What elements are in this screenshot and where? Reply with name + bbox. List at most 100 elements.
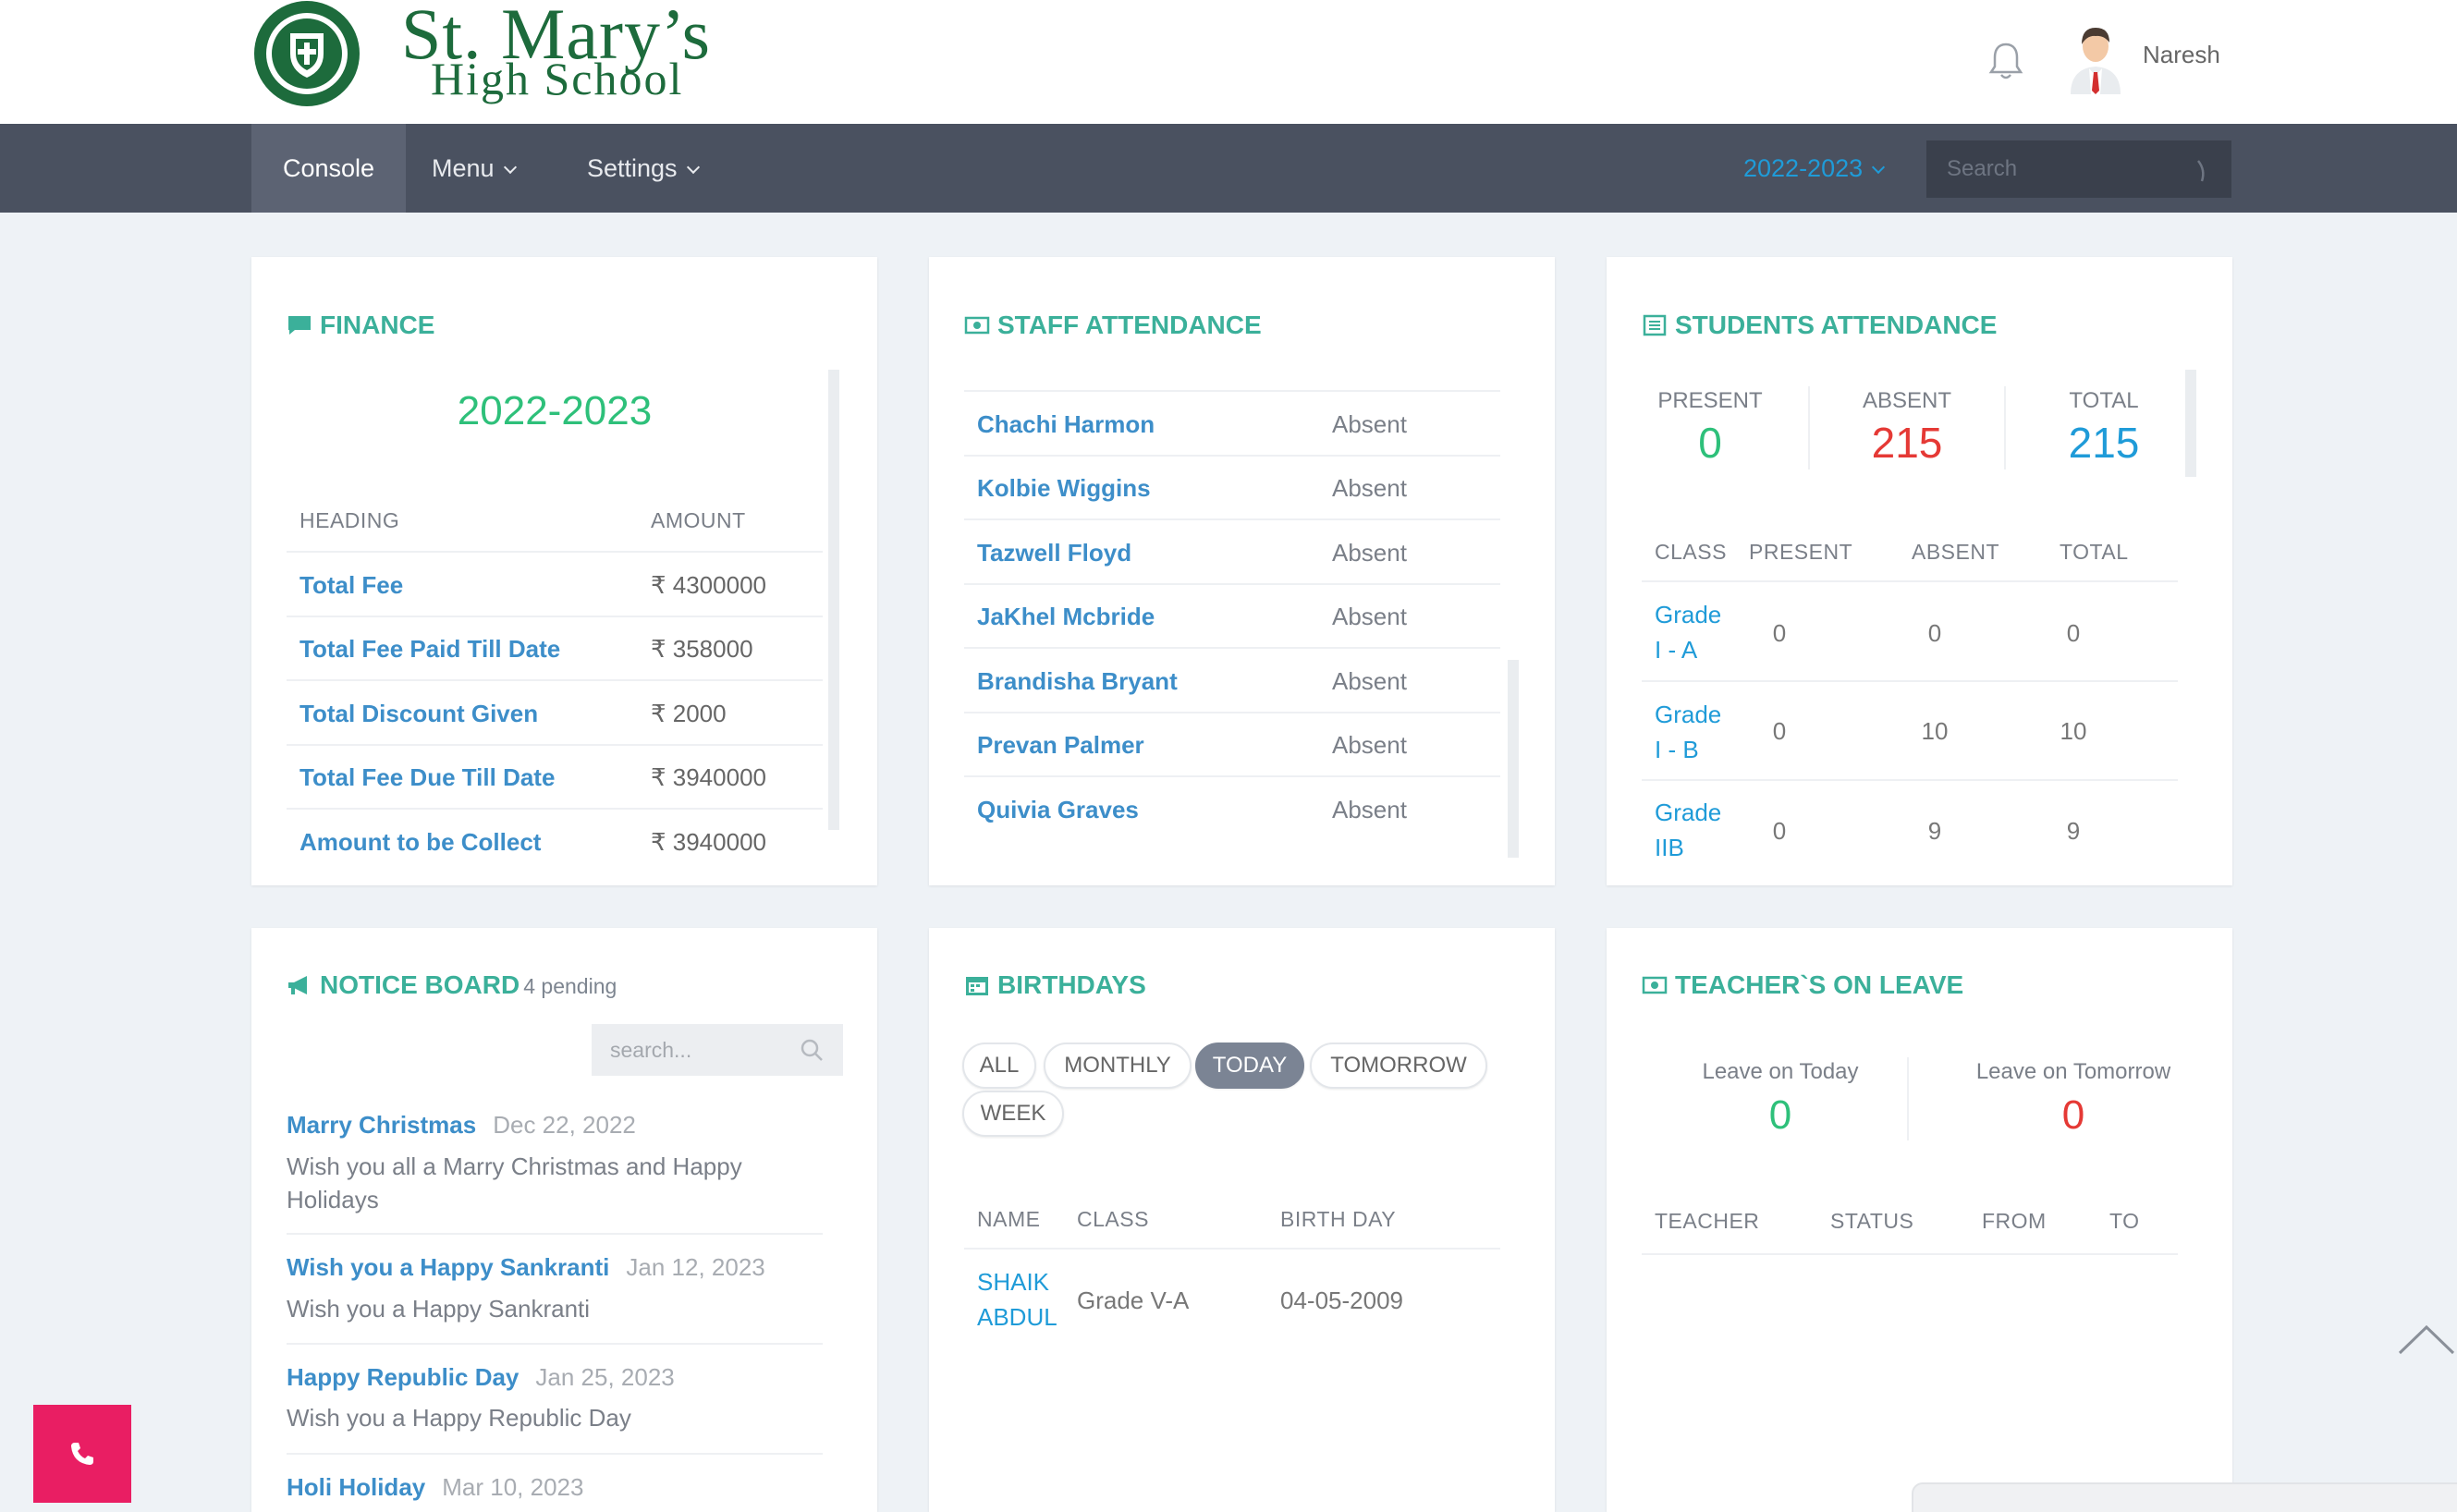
staff-status: Absent xyxy=(1332,410,1407,438)
filter-tomorrow[interactable]: TOMORROW xyxy=(1310,1043,1487,1089)
notice-item-title[interactable]: Wish you a Happy Sankranti Jan 12, 2023 xyxy=(287,1253,765,1282)
staff-name[interactable]: Brandisha Bryant xyxy=(977,667,1178,696)
finance-row-label[interactable]: Total Discount Given xyxy=(299,700,538,728)
search-icon[interactable] xyxy=(2191,157,2213,183)
class-present: 0 xyxy=(1772,817,1787,845)
absent-label: ABSENT xyxy=(1862,388,1952,413)
filter-week[interactable]: WEEK xyxy=(962,1091,1064,1137)
divider xyxy=(287,551,823,553)
staff-name[interactable]: Tazwell Floyd xyxy=(977,539,1131,567)
birthday-student-link[interactable]: SHAIK ABDUL xyxy=(977,1264,1057,1335)
students-col-present: PRESENT xyxy=(1749,540,1853,564)
staff-name[interactable]: Chachi Harmon xyxy=(977,410,1155,439)
megaphone-icon xyxy=(288,976,307,994)
school-name-line2: High School xyxy=(431,53,684,104)
notice-item-title[interactable]: Happy Republic Day Jan 25, 2023 xyxy=(287,1363,675,1392)
staff-name[interactable]: JaKhel Mcbride xyxy=(977,603,1155,631)
class-link-line2: I - B xyxy=(1655,736,1699,763)
class-link[interactable]: Grade I - A xyxy=(1655,597,1738,667)
bell-icon[interactable] xyxy=(1987,41,2024,81)
finance-row-amount: ₹ 3940000 xyxy=(651,828,766,856)
finance-row-amount: ₹ 4300000 xyxy=(651,571,766,599)
nav-menu-label: Menu xyxy=(432,154,495,182)
academic-year-label: 2022-2023 xyxy=(1743,154,1864,182)
notice-date: Dec 22, 2022 xyxy=(493,1111,636,1139)
divider xyxy=(964,455,1500,457)
list-icon xyxy=(1643,314,1667,336)
birthday-student-name-line1: SHAIK xyxy=(977,1268,1050,1296)
total-count: 215 xyxy=(2068,419,2140,467)
class-link[interactable]: Grade IIB xyxy=(1655,795,1738,865)
divider xyxy=(964,390,1500,392)
staff-attendance-title-text: STAFF ATTENDANCE xyxy=(997,311,1262,339)
class-absent: 9 xyxy=(1927,817,1942,845)
birthdays-card: BIRTHDAYS ALL MONTHLY TODAY TOMORROW WEE… xyxy=(929,928,1555,1512)
finance-row-amount: ₹ 2000 xyxy=(651,700,727,727)
search-icon[interactable] xyxy=(799,1037,825,1063)
staff-name[interactable]: Quivia Graves xyxy=(977,796,1139,824)
divider xyxy=(287,1343,823,1345)
leave-today-count: 0 xyxy=(1768,1092,1792,1138)
students-col-total: TOTAL xyxy=(2060,540,2129,564)
academic-year-select[interactable]: 2022-2023 xyxy=(1743,124,1886,213)
finance-row-amount: ₹ 358000 xyxy=(651,635,753,663)
divider xyxy=(1907,1057,1909,1140)
finance-row-label[interactable]: Amount to be Collect xyxy=(299,828,541,857)
call-button[interactable] xyxy=(33,1405,131,1503)
school-logo[interactable] xyxy=(251,0,362,109)
birthday-date: 04-05-2009 xyxy=(1280,1286,1403,1314)
phone-icon xyxy=(71,1443,93,1465)
notice-item-title[interactable]: Holi Holiday Mar 10, 2023 xyxy=(287,1473,583,1502)
username[interactable]: Naresh xyxy=(2143,41,2220,69)
class-link-line2: IIB xyxy=(1655,834,1684,861)
leave-tomorrow-label: Leave on Tomorrow xyxy=(1975,1059,2171,1084)
divider xyxy=(964,775,1500,777)
present-label: PRESENT xyxy=(1657,388,1763,413)
teachers-on-leave-title-text: TEACHER`S ON LEAVE xyxy=(1675,970,1964,999)
divider xyxy=(1642,680,2178,682)
staff-name[interactable]: Kolbie Wiggins xyxy=(977,474,1151,503)
finance-col-amount: AMOUNT xyxy=(651,508,746,532)
class-link[interactable]: Grade I - B xyxy=(1655,697,1738,767)
birthdays-col-name: NAME xyxy=(977,1207,1041,1231)
nav-menu[interactable]: Menu xyxy=(400,124,546,213)
chevron-down-icon xyxy=(503,160,517,175)
staff-name[interactable]: Prevan Palmer xyxy=(977,731,1144,760)
nav-search-input[interactable] xyxy=(1926,140,2231,198)
class-present: 0 xyxy=(1772,619,1787,647)
finance-row-label[interactable]: Total Fee Due Till Date xyxy=(299,763,555,792)
finance-scrollbar[interactable] xyxy=(828,370,839,830)
staff-attendance-card: STAFF ATTENDANCE Chachi Harmon Absent Ko… xyxy=(929,257,1555,885)
notice-item-body: Wish you a Happy Sankranti xyxy=(287,1295,591,1323)
staff-status: Absent xyxy=(1332,667,1407,695)
finance-row-label[interactable]: Total Fee xyxy=(299,571,403,600)
nav-settings[interactable]: Settings xyxy=(556,124,729,213)
notice-date: Jan 25, 2023 xyxy=(535,1363,675,1391)
filter-today[interactable]: TODAY xyxy=(1195,1043,1304,1089)
calendar-icon xyxy=(966,977,988,995)
chevron-up-icon[interactable] xyxy=(2396,1322,2457,1359)
nav-console[interactable]: Console xyxy=(251,124,407,213)
notice-item-body: Wish you a Happy Republic Day xyxy=(287,1404,631,1432)
user-avatar[interactable] xyxy=(2067,18,2124,94)
divider xyxy=(287,744,823,746)
class-link-line1: Grade xyxy=(1655,601,1722,628)
filter-all[interactable]: ALL xyxy=(962,1043,1036,1089)
notice-title-text: Wish you a Happy Sankranti xyxy=(287,1253,610,1281)
divider xyxy=(964,1248,1500,1250)
divider xyxy=(287,1453,823,1455)
chat-widget-tab[interactable] xyxy=(1912,1482,2457,1512)
chevron-down-icon xyxy=(686,160,700,175)
finance-year: 2022-2023 xyxy=(457,388,653,433)
absent-count: 215 xyxy=(1871,419,1943,467)
staff-status: Absent xyxy=(1332,731,1407,759)
chat-icon xyxy=(288,316,311,335)
leave-col-teacher: TEACHER xyxy=(1655,1209,1760,1233)
teachers-on-leave-card: TEACHER`S ON LEAVE Leave on Today 0 Leav… xyxy=(1607,928,2232,1512)
staff-scrollbar[interactable] xyxy=(1508,660,1519,858)
notice-item-title[interactable]: Marry Christmas Dec 22, 2022 xyxy=(287,1111,636,1140)
divider xyxy=(964,712,1500,713)
filter-monthly[interactable]: MONTHLY xyxy=(1044,1043,1192,1089)
birthday-student-name-line2: ABDUL xyxy=(977,1303,1057,1331)
finance-row-label[interactable]: Total Fee Paid Till Date xyxy=(299,635,560,664)
